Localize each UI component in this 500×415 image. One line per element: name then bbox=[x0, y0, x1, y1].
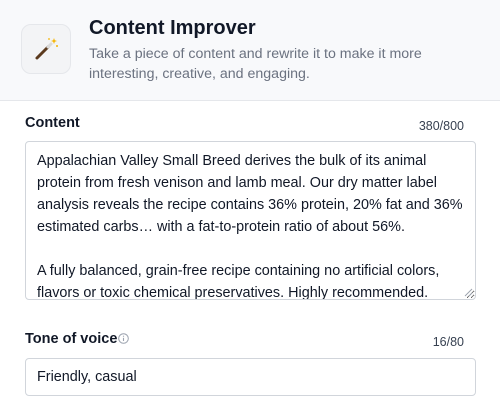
tone-char-counter: 16/80 bbox=[432, 335, 464, 349]
page-subtitle: Take a piece of content and rewrite it t… bbox=[89, 46, 422, 82]
info-icon[interactable] bbox=[118, 333, 129, 344]
resize-handle-icon[interactable] bbox=[464, 288, 473, 297]
tone-input[interactable]: Friendly, casual bbox=[25, 358, 476, 396]
header: Content Improver Take a piece of content… bbox=[0, 0, 500, 101]
page-title: Content Improver bbox=[89, 17, 256, 39]
content-label: Content bbox=[25, 115, 80, 131]
magic-wand-icon bbox=[21, 24, 71, 74]
content-char-counter: 380/800 bbox=[418, 119, 464, 133]
tone-label: Tone of voice bbox=[25, 331, 118, 347]
content-textarea[interactable]: Appalachian Valley Small Breed derives t… bbox=[25, 141, 476, 300]
